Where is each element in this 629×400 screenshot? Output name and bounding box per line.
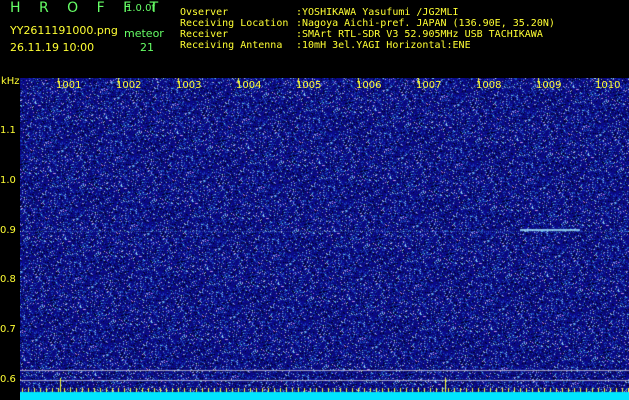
- x-tick-label: 1009: [536, 80, 562, 91]
- x-tick-label: 1004: [236, 80, 262, 91]
- location-value: :Nagoya Aichi-pref. JAPAN (136.90E, 35.2…: [296, 18, 555, 29]
- x-tick-label: 1010: [595, 80, 621, 91]
- x-tick-label: 1003: [176, 80, 202, 91]
- x-tick-label: 1002: [116, 80, 142, 91]
- antenna-label: Receiving Antenna: [180, 40, 283, 51]
- x-tick-label: 1007: [416, 80, 442, 91]
- x-tick-label: 1005: [296, 80, 322, 91]
- meteor-label: meteor: [124, 27, 164, 40]
- image-datetime: 26.11.19 10:00: [10, 41, 95, 54]
- observer-label: Ovserver: [180, 7, 229, 18]
- x-tick-label: 1006: [356, 80, 382, 91]
- y-tick-label: 1.1: [0, 125, 16, 136]
- x-tick-label: 1008: [476, 80, 502, 91]
- image-filename: YY2611191000.png: [10, 24, 118, 37]
- app-version: 1.0.0f: [126, 3, 155, 14]
- x-tick-label: 1001: [56, 80, 82, 91]
- y-axis-unit: kHz: [1, 76, 20, 87]
- waterfall-spectrogram: [20, 78, 629, 400]
- y-tick-label: 1.0: [0, 175, 16, 186]
- y-tick-label: 0.8: [0, 274, 16, 285]
- location-label: Receiving Location: [180, 18, 289, 29]
- observer-value: :YOSHIKAWA Yasufumi /JG2MLI: [296, 7, 459, 18]
- y-tick-label: 0.7: [0, 324, 16, 335]
- antenna-value: :10mH 3el.YAGI Horizontal:ENE: [296, 40, 471, 51]
- receiver-value: :SMArt RTL-SDR V3 52.905MHz USB TACHIKAW…: [296, 29, 543, 40]
- y-tick-label: 0.6: [0, 374, 16, 385]
- receiver-label: Receiver: [180, 29, 229, 40]
- y-tick-label: 0.9: [0, 225, 16, 236]
- meteor-count: 21: [140, 41, 154, 54]
